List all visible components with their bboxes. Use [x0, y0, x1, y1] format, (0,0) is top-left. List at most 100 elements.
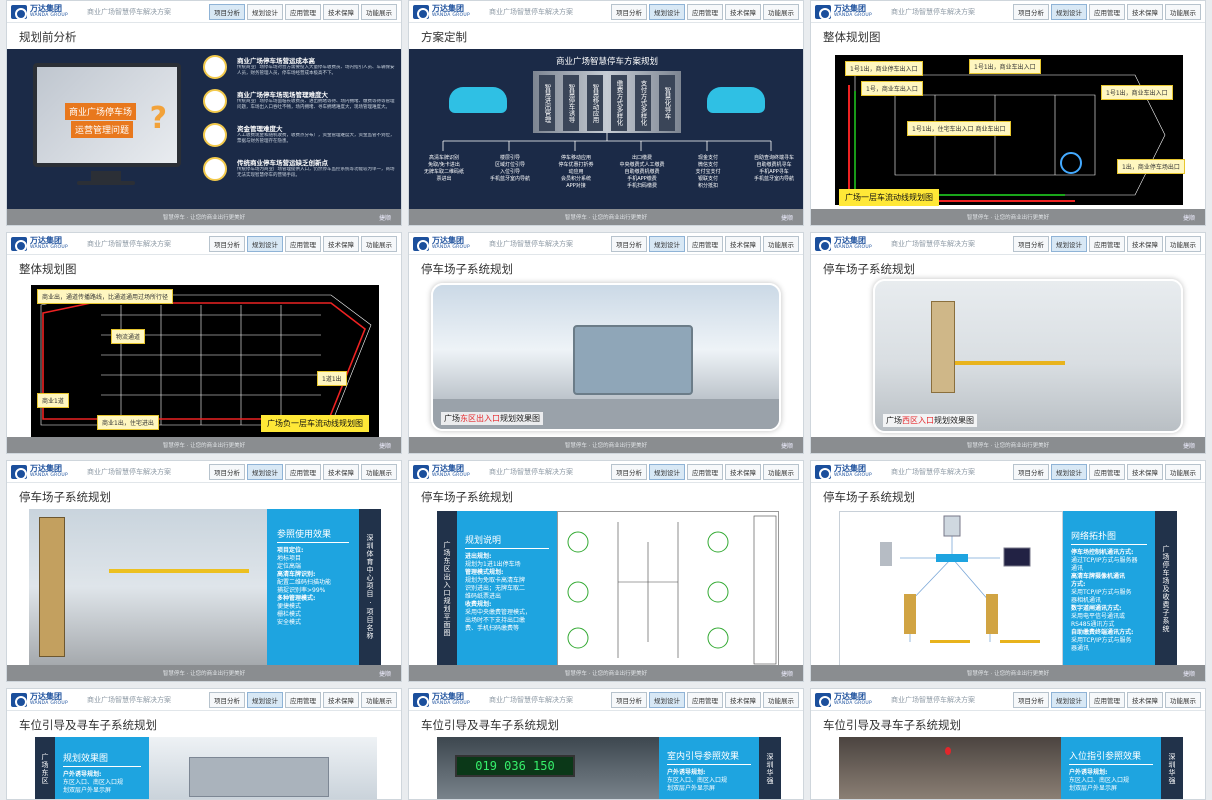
logo-main-text: 万达集团	[432, 464, 464, 473]
nav-3[interactable]: 技术保障	[323, 691, 359, 708]
nav-2[interactable]: 应用管理	[285, 3, 321, 20]
nav-3[interactable]: 技术保障	[323, 3, 359, 20]
footer-text: 智慧停车 · 让您的商业出行更美好	[162, 215, 246, 221]
nav-2[interactable]: 应用管理	[285, 691, 321, 708]
deck-title: 商业广场智慧停车解决方案	[489, 239, 573, 248]
slide-thumbnail-10[interactable]: 万达集团 WANDA GROUP 商业广场智慧停车解决方案 项目分析 规划设计 应用…	[6, 688, 402, 800]
panel-line: 采用中央缴费管理模式，	[465, 609, 532, 616]
slide-thumbnail-3[interactable]: 万达集团 WANDA GROUP 商业广场智慧停车解决方案 项目分析 规划设计 应用…	[810, 0, 1206, 226]
slide-thumbnail-4[interactable]: 万达集团 WANDA GROUP 商业广场智慧停车解决方案 项目分析 规划设计 应用…	[6, 232, 402, 454]
nav-0[interactable]: 项目分析	[209, 691, 245, 708]
analysis-item: 资金管理难度大 人工收费现金和随机收费，收费点分布广，资金管理难度大，资金监管不…	[237, 123, 397, 152]
caption-pre: 广场	[886, 416, 902, 425]
nav-4[interactable]: 功能展示	[763, 691, 799, 708]
nav-1[interactable]: 规划设计	[649, 691, 685, 708]
nav-0[interactable]: 项目分析	[1013, 3, 1049, 20]
nav-2[interactable]: 应用管理	[285, 463, 321, 480]
slide-topbar: 万达集团 WANDA GROUP 商业广场智慧停车解决方案 项目分析 规划设计 应用…	[811, 233, 1205, 255]
slide-nav: 项目分析 规划设计 应用管理 技术保障 功能展示	[209, 235, 397, 252]
nav-0[interactable]: 项目分析	[611, 691, 647, 708]
caption-red: 东区出入口	[460, 414, 500, 423]
slide-thumbnail-1[interactable]: 万达集团 WANDA GROUP 商业广场智慧停车解决方案 项目分析 规划设计 应用…	[6, 0, 402, 226]
nav-2[interactable]: 应用管理	[687, 3, 723, 20]
slide-heading: 车位引导及寻车子系统规划	[19, 718, 157, 732]
slide-thumbnail-12[interactable]: 万达集团 WANDA GROUP 商业广场智慧停车解决方案 项目分析 规划设计 应用…	[810, 688, 1206, 800]
caption-red: 西区入口	[902, 416, 934, 425]
wanda-logo: 万达集团 WANDA GROUP	[413, 4, 483, 20]
nav-4[interactable]: 功能展示	[1165, 463, 1201, 480]
nav-2[interactable]: 应用管理	[687, 235, 723, 252]
nav-4[interactable]: 功能展示	[361, 3, 397, 20]
nav-3[interactable]: 技术保障	[1127, 691, 1163, 708]
side-strip: 广场停车场及收费子系统	[1155, 511, 1177, 667]
nav-4[interactable]: 功能展示	[763, 235, 799, 252]
slide-thumbnail-9[interactable]: 万达集团 WANDA GROUP 商业广场智慧停车解决方案 项目分析 规划设计 应用…	[810, 460, 1206, 682]
nav-2[interactable]: 应用管理	[285, 235, 321, 252]
nav-2[interactable]: 应用管理	[687, 691, 723, 708]
nav-3[interactable]: 技术保障	[1127, 3, 1163, 20]
nav-1[interactable]: 规划设计	[649, 235, 685, 252]
nav-4[interactable]: 功能展示	[361, 691, 397, 708]
deck-title: 商业广场智慧停车解决方案	[87, 695, 171, 704]
nav-0[interactable]: 项目分析	[1013, 463, 1049, 480]
panel-line: 识别进出；无牌车取二	[465, 585, 526, 592]
nav-1[interactable]: 规划设计	[1051, 463, 1087, 480]
slide-topbar: 万达集团 WANDA GROUP 商业广场智慧停车解决方案 项目分析 规划设计 应用…	[7, 689, 401, 711]
slide-topbar: 万达集团 WANDA GROUP 商业广场智慧停车解决方案 项目分析 规划设计 应用…	[811, 689, 1205, 711]
nav-4[interactable]: 功能展示	[1165, 691, 1201, 708]
nav-0[interactable]: 项目分析	[1013, 691, 1049, 708]
nav-0[interactable]: 项目分析	[209, 3, 245, 20]
nav-2[interactable]: 应用管理	[1089, 691, 1125, 708]
nav-0[interactable]: 项目分析	[611, 463, 647, 480]
nav-3[interactable]: 技术保障	[323, 463, 359, 480]
nav-1[interactable]: 规划设计	[1051, 235, 1087, 252]
nav-4[interactable]: 功能展示	[361, 235, 397, 252]
nav-0[interactable]: 项目分析	[1013, 235, 1049, 252]
scheme-panel: 商业广场智慧停车方案规划 智慧进出管理 智慧停车诱导 智慧移动应用 缴费方式多样化 支付…	[409, 49, 803, 209]
nav-4[interactable]: 功能展示	[1165, 3, 1201, 20]
panel-line: 通讯	[1071, 565, 1084, 572]
nav-2[interactable]: 应用管理	[1089, 235, 1125, 252]
nav-3[interactable]: 技术保障	[725, 3, 761, 20]
analysis-item-title: 商业广场停车场营运成本高	[237, 57, 315, 65]
nav-0[interactable]: 项目分析	[611, 235, 647, 252]
nav-2[interactable]: 应用管理	[687, 463, 723, 480]
scheme-bottom-item: 积分抵扣	[697, 183, 718, 189]
slide-thumbnail-6[interactable]: 万达集团 WANDA GROUP 商业广场智慧停车解决方案 项目分析 规划设计 应用…	[810, 232, 1206, 454]
nav-4[interactable]: 功能展示	[361, 463, 397, 480]
nav-0[interactable]: 项目分析	[611, 3, 647, 20]
guidance-sign: 019 036 150	[455, 755, 575, 777]
nav-0[interactable]: 项目分析	[209, 235, 245, 252]
nav-3[interactable]: 技术保障	[725, 235, 761, 252]
nav-0[interactable]: 项目分析	[209, 463, 245, 480]
nav-1[interactable]: 规划设计	[649, 3, 685, 20]
nav-2[interactable]: 应用管理	[1089, 463, 1125, 480]
nav-4[interactable]: 功能展示	[1165, 235, 1201, 252]
nav-1[interactable]: 规划设计	[649, 463, 685, 480]
nav-1[interactable]: 规划设计	[1051, 691, 1087, 708]
slide-thumbnail-11[interactable]: 万达集团 WANDA GROUP 商业广场智慧停车解决方案 项目分析 规划设计 应用…	[408, 688, 804, 800]
nav-3[interactable]: 技术保障	[725, 463, 761, 480]
slide-thumbnail-2[interactable]: 万达集团 WANDA GROUP 商业广场智慧停车解决方案 项目分析 规划设计 应用…	[408, 0, 804, 226]
monitor-base	[77, 181, 135, 185]
nav-1[interactable]: 规划设计	[247, 463, 283, 480]
nav-3[interactable]: 技术保障	[1127, 463, 1163, 480]
deck-title: 商业广场智慧停车解决方案	[891, 467, 975, 476]
slide-thumbnail-7[interactable]: 万达集团 WANDA GROUP 商业广场智慧停车解决方案 项目分析 规划设计 应用…	[6, 460, 402, 682]
topology-lines	[880, 515, 1040, 643]
analysis-item-icon	[203, 157, 227, 181]
slide-thumbnail-8[interactable]: 万达集团 WANDA GROUP 商业广场智慧停车解决方案 项目分析 规划设计 应用…	[408, 460, 804, 682]
nav-1[interactable]: 规划设计	[247, 691, 283, 708]
nav-3[interactable]: 技术保障	[323, 235, 359, 252]
nav-1[interactable]: 规划设计	[247, 235, 283, 252]
nav-2[interactable]: 应用管理	[1089, 3, 1125, 20]
slide-thumbnail-5[interactable]: 万达集团 WANDA GROUP 商业广场智慧停车解决方案 项目分析 规划设计 应用…	[408, 232, 804, 454]
nav-1[interactable]: 规划设计	[247, 3, 283, 20]
nav-1[interactable]: 规划设计	[1051, 3, 1087, 20]
nav-4[interactable]: 功能展示	[763, 3, 799, 20]
wanda-logo-icon	[815, 692, 831, 708]
nav-4[interactable]: 功能展示	[763, 463, 799, 480]
nav-3[interactable]: 技术保障	[725, 691, 761, 708]
analysis-panel: 商业广场停车场 运营管理问题 ? 商业广场停车场营运成本高 传统商业广场停车场对…	[7, 49, 401, 209]
nav-3[interactable]: 技术保障	[1127, 235, 1163, 252]
